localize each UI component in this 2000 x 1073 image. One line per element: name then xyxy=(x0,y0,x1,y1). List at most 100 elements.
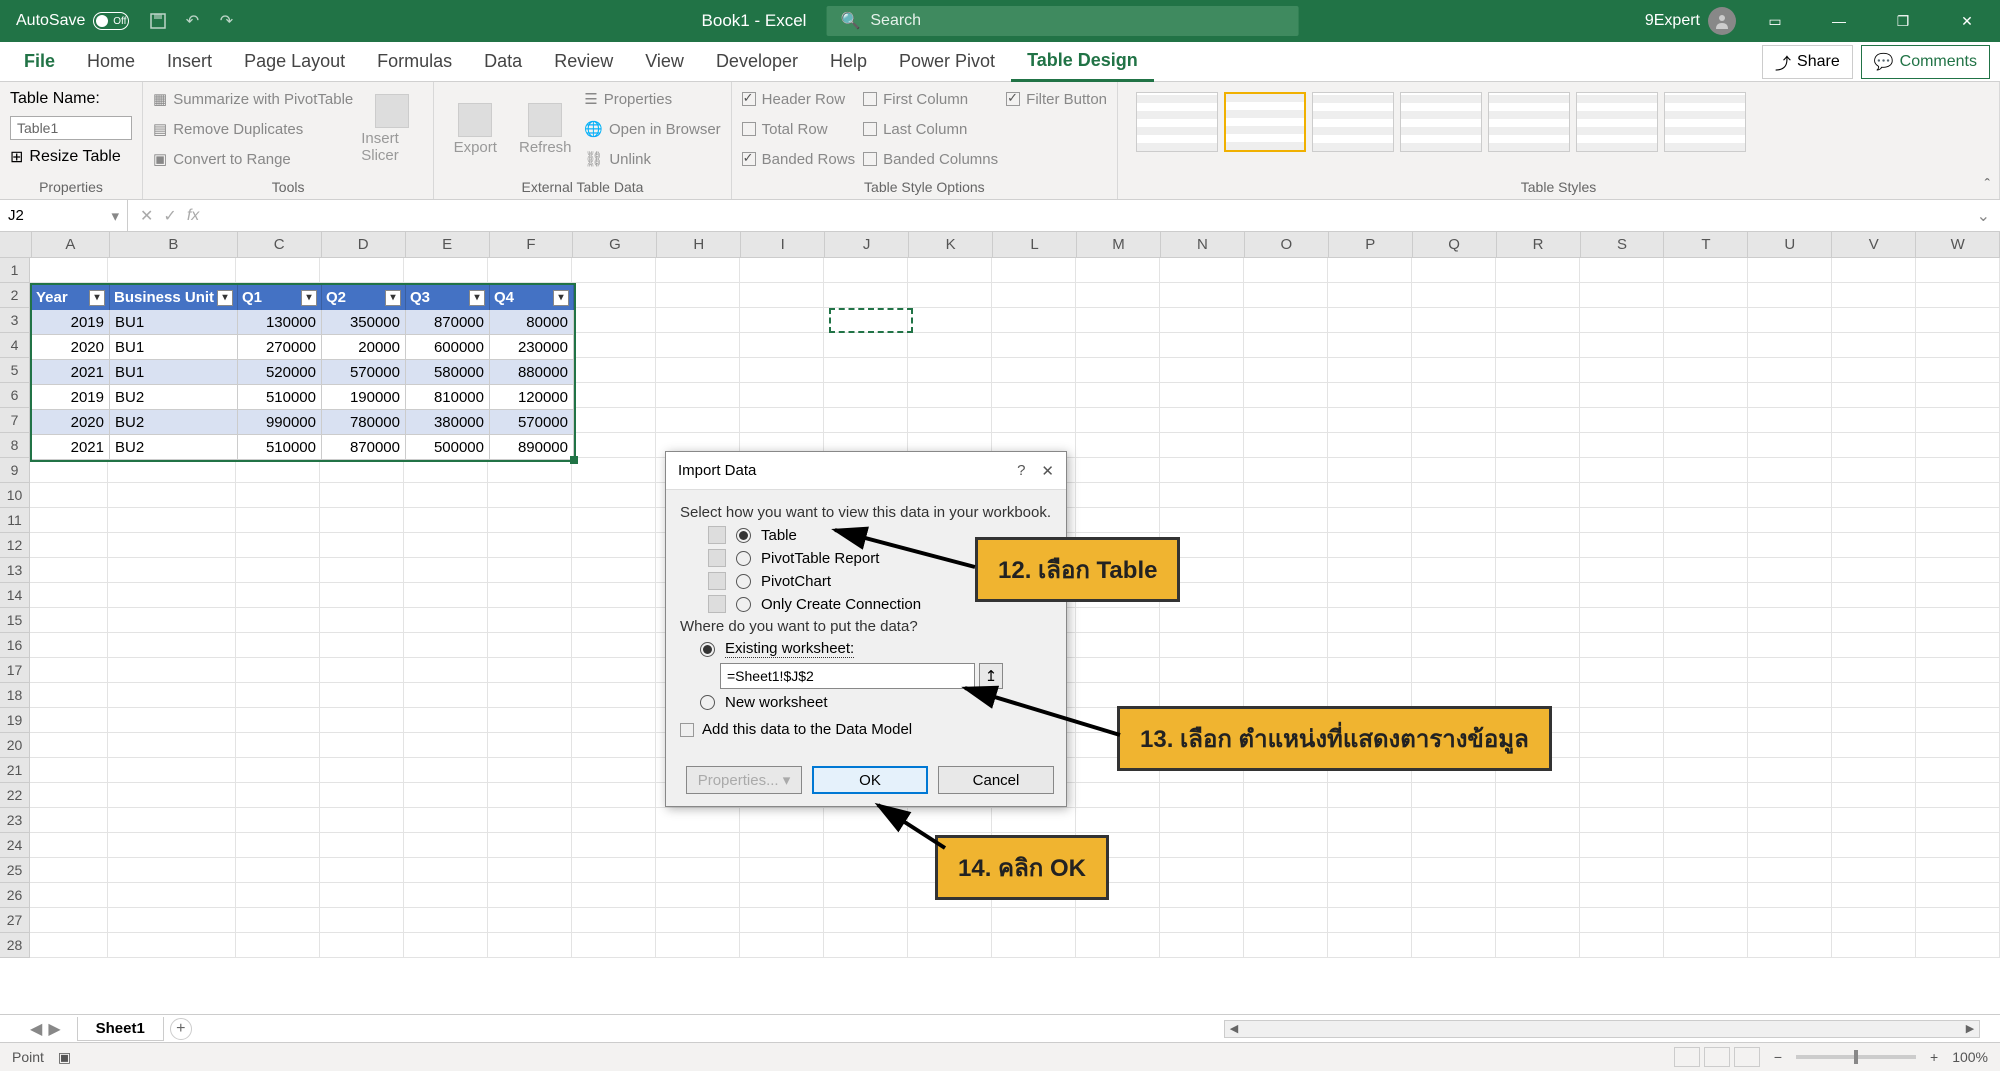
cell[interactable] xyxy=(1412,508,1496,533)
cell[interactable] xyxy=(1832,358,1916,383)
cell[interactable] xyxy=(1328,658,1412,683)
column-header[interactable]: H xyxy=(657,232,741,257)
cell[interactable] xyxy=(488,658,572,683)
table-cell[interactable]: 350000 xyxy=(322,310,406,335)
table-cell[interactable]: 580000 xyxy=(406,360,490,385)
cell[interactable] xyxy=(1496,358,1580,383)
cell[interactable] xyxy=(572,558,656,583)
cell[interactable] xyxy=(1748,733,1832,758)
cell[interactable] xyxy=(824,408,908,433)
row-header[interactable]: 24 xyxy=(0,833,30,858)
cell[interactable] xyxy=(320,783,404,808)
cell[interactable] xyxy=(1496,458,1580,483)
column-header[interactable]: T xyxy=(1664,232,1748,257)
cell[interactable] xyxy=(1496,883,1580,908)
cell[interactable] xyxy=(1244,633,1328,658)
user-account[interactable]: 9Expert xyxy=(1645,7,1736,35)
cell[interactable] xyxy=(320,883,404,908)
cell[interactable] xyxy=(1580,808,1664,833)
table-cell[interactable]: 130000 xyxy=(238,310,322,335)
row-header[interactable]: 15 xyxy=(0,608,30,633)
table-cell[interactable]: 2020 xyxy=(32,335,110,360)
cell[interactable] xyxy=(1328,508,1412,533)
cell[interactable] xyxy=(572,483,656,508)
cell[interactable] xyxy=(572,683,656,708)
cell[interactable] xyxy=(1664,533,1748,558)
cell[interactable] xyxy=(236,808,320,833)
close-icon[interactable]: ✕ xyxy=(1942,0,1992,42)
cell[interactable] xyxy=(404,933,488,958)
cell[interactable] xyxy=(572,783,656,808)
cell[interactable] xyxy=(1496,283,1580,308)
cell[interactable] xyxy=(1664,883,1748,908)
cell[interactable] xyxy=(1328,258,1412,283)
column-header[interactable]: K xyxy=(909,232,993,257)
column-header[interactable]: V xyxy=(1832,232,1916,257)
cell[interactable] xyxy=(1580,708,1664,733)
cell[interactable] xyxy=(108,558,236,583)
cell[interactable] xyxy=(1916,833,2000,858)
cell[interactable] xyxy=(488,708,572,733)
cell[interactable] xyxy=(1160,408,1244,433)
zoom-slider[interactable] xyxy=(1796,1055,1916,1059)
share-button[interactable]: ⤴Share xyxy=(1762,45,1853,79)
cell[interactable] xyxy=(236,933,320,958)
cell[interactable] xyxy=(1496,933,1580,958)
cell[interactable] xyxy=(572,508,656,533)
cell[interactable] xyxy=(1412,258,1496,283)
cell[interactable] xyxy=(1328,333,1412,358)
cell[interactable] xyxy=(1244,908,1328,933)
cell[interactable] xyxy=(1412,333,1496,358)
cell[interactable] xyxy=(572,458,656,483)
close-icon[interactable]: ✕ xyxy=(1041,462,1054,480)
cell[interactable] xyxy=(108,483,236,508)
cell[interactable] xyxy=(488,908,572,933)
cell[interactable] xyxy=(404,508,488,533)
cell[interactable] xyxy=(1748,483,1832,508)
cell[interactable] xyxy=(488,583,572,608)
cell[interactable] xyxy=(1160,883,1244,908)
column-header[interactable]: B xyxy=(110,232,238,257)
cell[interactable] xyxy=(30,508,108,533)
cell[interactable] xyxy=(824,383,908,408)
cell[interactable] xyxy=(488,933,572,958)
cell[interactable] xyxy=(1412,583,1496,608)
cell[interactable] xyxy=(572,633,656,658)
table-cell[interactable]: 880000 xyxy=(490,360,574,385)
cell[interactable] xyxy=(572,308,656,333)
cell[interactable] xyxy=(1580,583,1664,608)
cell[interactable] xyxy=(1832,333,1916,358)
cell[interactable] xyxy=(656,358,740,383)
cell[interactable] xyxy=(1412,483,1496,508)
row-header[interactable]: 9 xyxy=(0,458,30,483)
cell[interactable] xyxy=(404,608,488,633)
cell[interactable] xyxy=(908,308,992,333)
cell[interactable] xyxy=(1496,833,1580,858)
cell[interactable] xyxy=(320,608,404,633)
cell[interactable] xyxy=(1412,433,1496,458)
cell[interactable] xyxy=(740,258,824,283)
cell[interactable] xyxy=(656,833,740,858)
radio-table[interactable] xyxy=(736,528,751,543)
table-cell[interactable]: 500000 xyxy=(406,435,490,460)
cell[interactable] xyxy=(656,408,740,433)
cell[interactable] xyxy=(1412,283,1496,308)
cell[interactable] xyxy=(404,558,488,583)
cell[interactable] xyxy=(1580,633,1664,658)
cell[interactable] xyxy=(1832,808,1916,833)
row-header[interactable]: 19 xyxy=(0,708,30,733)
table-header-cell[interactable]: Q4▾ xyxy=(490,285,574,310)
cell[interactable] xyxy=(108,933,236,958)
select-all-button[interactable] xyxy=(0,232,32,257)
column-header[interactable]: R xyxy=(1497,232,1581,257)
cell[interactable] xyxy=(1496,433,1580,458)
cell[interactable] xyxy=(108,633,236,658)
cell[interactable] xyxy=(1832,308,1916,333)
cell[interactable] xyxy=(656,858,740,883)
cell[interactable] xyxy=(488,758,572,783)
row-header[interactable]: 5 xyxy=(0,358,30,383)
cell[interactable] xyxy=(236,583,320,608)
table-cell[interactable]: 870000 xyxy=(322,435,406,460)
cell[interactable] xyxy=(1832,683,1916,708)
cell[interactable] xyxy=(1664,458,1748,483)
